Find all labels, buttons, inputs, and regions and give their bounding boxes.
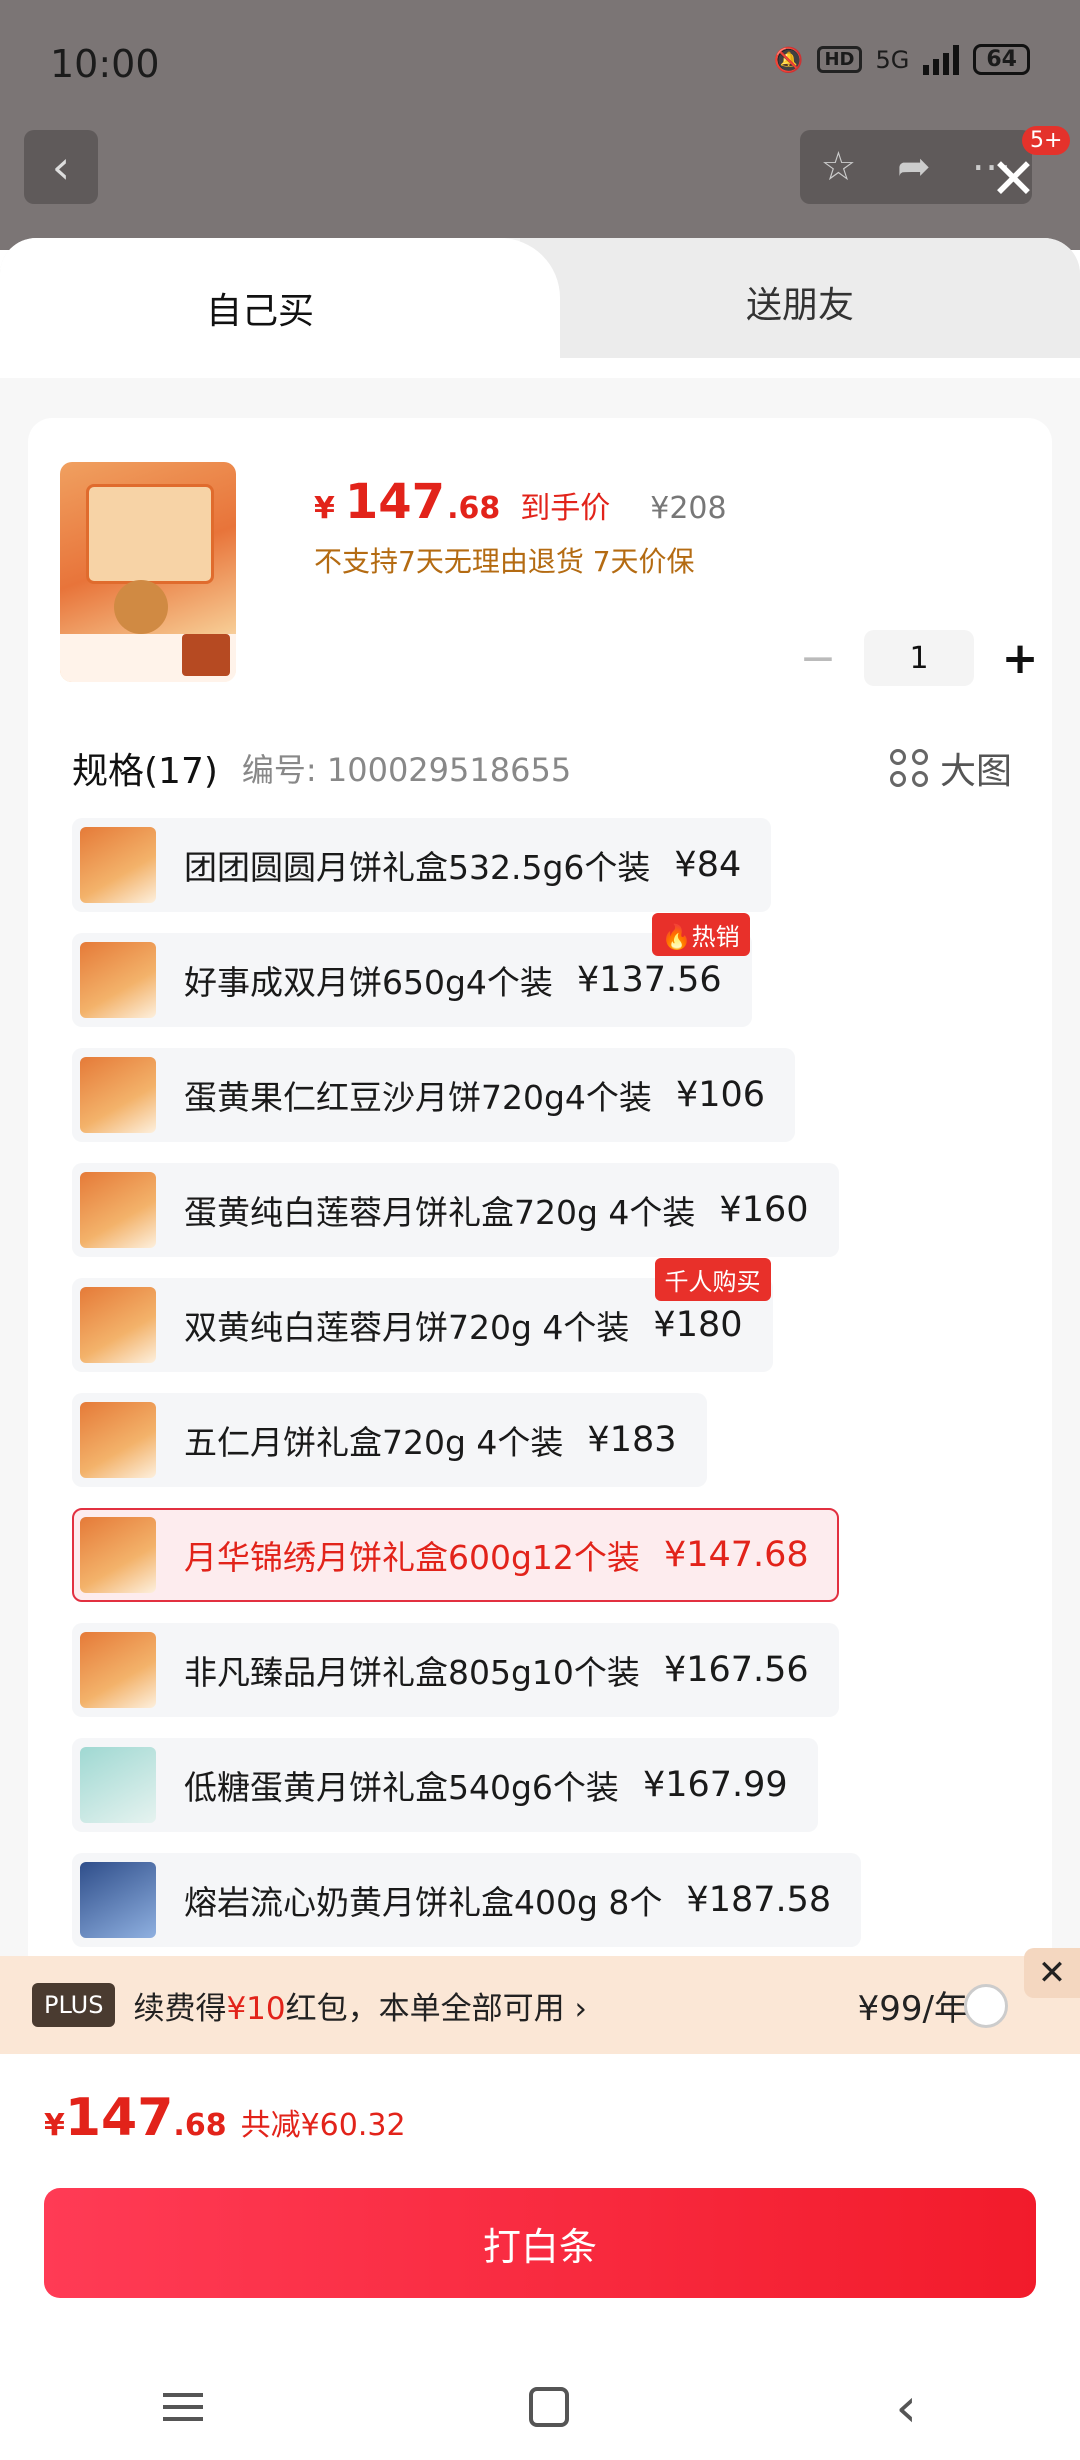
quantity-input[interactable]: 1 — [864, 630, 974, 686]
spec-price: ¥187.58 — [686, 1880, 832, 1920]
spec-price: ¥180 — [653, 1305, 743, 1345]
spec-thumbnail — [80, 1057, 156, 1133]
back-nav-icon[interactable]: ‹ — [895, 2376, 917, 2439]
price-integer: 147 — [344, 474, 446, 530]
original-price: ¥208 — [650, 491, 727, 526]
baitiao-pay-button[interactable]: 打白条 — [44, 2188, 1036, 2298]
close-icon[interactable]: ✕ — [1024, 1948, 1080, 1998]
spec-price: ¥183 — [587, 1420, 677, 1460]
chevron-left-icon: ‹ — [51, 140, 71, 194]
back-button[interactable]: ‹ — [24, 130, 98, 204]
popular-badge: 千人购买 — [654, 1258, 771, 1301]
spec-thumbnail — [80, 1287, 156, 1363]
spec-thumbnail — [80, 1517, 156, 1593]
spec-option[interactable]: 好事成双月饼650g4个装 ¥137.56 🔥热销 — [72, 913, 752, 1027]
signal-icon — [923, 44, 960, 75]
spec-thumbnail — [80, 827, 156, 903]
spec-name: 低糖蛋黄月饼礼盒540g6个装 — [184, 1768, 619, 1807]
spec-option[interactable]: 团团圆圆月饼礼盒532.5g6个装 ¥84 — [72, 818, 772, 912]
spec-thumbnail — [80, 942, 156, 1018]
price-decimal: .68 — [447, 491, 501, 526]
total-saving: 共减¥60.32 — [240, 2108, 406, 2143]
spec-option[interactable]: 非凡臻品月饼礼盒805g10个装 ¥167.56 — [72, 1623, 839, 1717]
tab-gift[interactable]: 送朋友 — [520, 238, 1080, 366]
spec-option[interactable]: 蛋黄果仁红豆沙月饼720g4个装 ¥106 — [72, 1048, 796, 1142]
sku-number: 编号: 100029518655 — [241, 751, 572, 789]
big-view-label: 大图 — [939, 751, 1012, 792]
grid-icon — [889, 749, 928, 787]
spec-price: ¥137.56 — [576, 960, 722, 1000]
big-view-toggle[interactable]: 大图 — [889, 742, 1012, 794]
close-icon[interactable]: ✕ — [990, 152, 1037, 208]
spec-option-selected[interactable]: 月华锦绣月饼礼盒600g12个装 ¥147.68 — [72, 1508, 839, 1602]
spec-option[interactable]: 熔岩流心奶黄月饼礼盒400g 8个 ¥187.58 — [72, 1853, 862, 1947]
network-label: 5G — [875, 45, 910, 74]
plus-button[interactable]: + — [1000, 633, 1040, 684]
spec-option[interactable]: 蛋黄纯白莲蓉月饼礼盒720g 4个装 ¥160 — [72, 1163, 839, 1257]
product-image[interactable] — [60, 462, 236, 682]
minus-button[interactable]: − — [798, 633, 838, 684]
total-decimal: .68 — [173, 2108, 227, 2143]
plus-price: ¥99/年 — [857, 1988, 968, 2029]
spec-name: 蛋黄纯白莲蓉月饼礼盒720g 4个装 — [184, 1193, 696, 1232]
spec-name: 非凡臻品月饼礼盒805g10个装 — [184, 1653, 640, 1692]
spec-title: 规格(17) — [72, 751, 218, 792]
battery-icon: 64 — [973, 44, 1030, 75]
price-row: ¥ 147 .68 到手价 ¥208 — [314, 474, 727, 530]
plus-radio[interactable] — [964, 1984, 1008, 2028]
tab-label: 自己买 — [205, 291, 314, 332]
spec-price: ¥106 — [675, 1075, 766, 1115]
tab-self-buy[interactable]: 自己买 — [0, 238, 560, 378]
top-bar: ‹ ☆ ➦ ⋯ 5+ ✕ — [0, 126, 1080, 210]
spec-thumbnail — [80, 1747, 156, 1823]
hd-icon: HD — [817, 46, 862, 73]
spec-name: 月华锦绣月饼礼盒600g12个装 — [184, 1538, 640, 1577]
plus-tag: PLUS — [32, 1983, 116, 2027]
return-policy: 不支持7天无理由退货 7天价保 — [314, 545, 695, 578]
spec-price: ¥84 — [674, 845, 742, 885]
spec-option[interactable]: 双黄纯白莲蓉月饼720g 4个装 ¥180 千人购买 — [72, 1258, 773, 1372]
status-time: 10:00 — [50, 42, 160, 86]
spec-price: ¥160 — [719, 1190, 809, 1230]
price-label: 到手价 — [520, 491, 611, 526]
star-icon[interactable]: ☆ — [820, 144, 856, 190]
spec-name: 团团圆圆月饼礼盒532.5g6个装 — [184, 848, 651, 887]
spec-header: 规格(17) 编号: 100029518655 大图 — [72, 738, 1032, 798]
price-symbol: ¥ — [314, 491, 335, 526]
spec-list: 团团圆圆月饼礼盒532.5g6个装 ¥84 好事成双月饼650g4个装 ¥137… — [72, 818, 1032, 1968]
plus-renewal-bar[interactable]: PLUS 续费得¥10红包，本单全部可用 › ¥99/年 ✕ — [0, 1948, 1080, 2054]
quantity-stepper: − 1 + — [798, 630, 1040, 686]
menu-icon[interactable] — [163, 2393, 204, 2421]
spec-price: ¥147.68 — [663, 1535, 809, 1575]
footer: ¥ 147 .68 共减¥60.32 打白条 ‹ — [0, 2054, 1080, 2460]
spec-price: ¥167.99 — [642, 1765, 788, 1805]
spec-thumbnail — [80, 1172, 156, 1248]
plus-promo-text: 续费得¥10红包，本单全部可用 › — [133, 1990, 587, 2027]
status-bar: 10:00 🔕 HD 5G 64 — [0, 0, 1080, 140]
spec-option[interactable]: 五仁月饼礼盒720g 4个装 ¥183 — [72, 1393, 707, 1487]
total-integer: 147 — [64, 2088, 174, 2148]
spec-thumbnail — [80, 1862, 156, 1938]
spec-price: ¥167.56 — [663, 1650, 809, 1690]
spec-name: 五仁月饼礼盒720g 4个装 — [184, 1423, 564, 1462]
total-symbol: ¥ — [44, 2108, 65, 2143]
mute-icon: 🔕 — [773, 45, 804, 74]
system-nav-bar: ‹ — [0, 2354, 1080, 2460]
spec-thumbnail — [80, 1632, 156, 1708]
spec-name: 蛋黄果仁红豆沙月饼720g4个装 — [184, 1078, 652, 1117]
status-icons: 🔕 HD 5G 64 — [774, 44, 1030, 75]
spec-name: 双黄纯白莲蓉月饼720g 4个装 — [184, 1308, 630, 1347]
spec-name: 熔岩流心奶黄月饼礼盒400g 8个 — [184, 1883, 663, 1922]
spec-option[interactable]: 低糖蛋黄月饼礼盒540g6个装 ¥167.99 — [72, 1738, 818, 1832]
tab-label: 送朋友 — [745, 285, 854, 326]
share-icon[interactable]: ➦ — [897, 144, 931, 190]
home-icon[interactable] — [529, 2387, 570, 2427]
spec-thumbnail — [80, 1402, 156, 1478]
total-price: ¥ 147 .68 共减¥60.32 — [44, 2088, 406, 2148]
product-card: ¥ 147 .68 到手价 ¥208 不支持7天无理由退货 7天价保 − 1 +… — [28, 418, 1052, 2198]
hot-sale-badge: 🔥热销 — [651, 913, 750, 956]
spec-name: 好事成双月饼650g4个装 — [184, 963, 553, 1002]
